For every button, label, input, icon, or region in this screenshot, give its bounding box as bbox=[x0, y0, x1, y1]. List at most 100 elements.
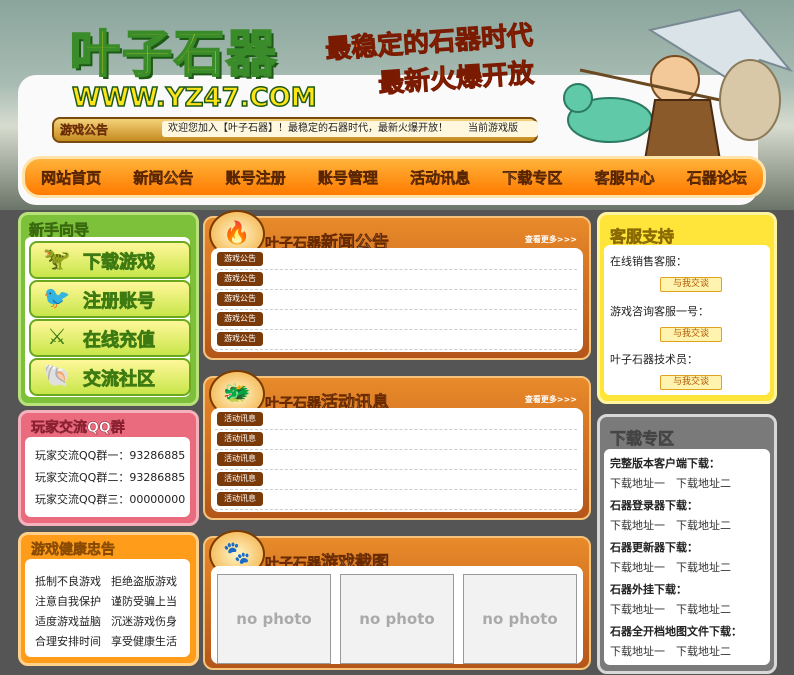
screenshot-thumb[interactable]: no photo bbox=[217, 574, 331, 664]
list-item[interactable]: 活动讯息 bbox=[215, 450, 577, 470]
news-tag[interactable]: 游戏公告 bbox=[217, 272, 263, 286]
health-advice-title: 游戏健康忠告 bbox=[31, 542, 116, 559]
download-link[interactable]: 下载地址二 bbox=[676, 559, 731, 575]
download-heading: 石器全开档地图文件下载： bbox=[610, 625, 742, 638]
downloads-panel: 下载专区 完整版本客户端下载： 下载地址一 下载地址二 石器登录器下载： 下载地… bbox=[597, 414, 777, 674]
list-item[interactable]: 游戏公告 bbox=[215, 250, 577, 270]
health-tip: 拒绝盗版游戏 bbox=[111, 575, 177, 588]
recharge-button[interactable]: ⚔ 在线充值 bbox=[29, 319, 191, 357]
list-item[interactable]: 游戏公告 bbox=[215, 310, 577, 330]
qq-group-3: 玩家交流QQ群三：00000000 bbox=[35, 493, 186, 506]
bird-icon: 🐦 bbox=[43, 286, 71, 311]
customer-service-panel: 客服支持 在线销售客服： 与我交谈 游戏咨询客服一号： 与我交谈 叶子石器技术员… bbox=[597, 212, 777, 404]
events-list: 活动讯息 活动讯息 活动讯息 活动讯息 活动讯息 bbox=[211, 408, 583, 512]
download-heading: 石器更新器下载： bbox=[610, 541, 698, 554]
customer-service-title: 客服支持 bbox=[610, 227, 675, 247]
notice-label: 游戏公告 bbox=[60, 123, 109, 137]
list-item[interactable]: 游戏公告 bbox=[215, 290, 577, 310]
health-tip: 抵制不良游戏 bbox=[35, 575, 101, 588]
qq-group-1: 玩家交流QQ群一：93286885 bbox=[35, 449, 186, 462]
header-banner: 叶子石器 WWW.YZ47.COM 最稳定的石器时代 最新火爆开放 游戏公告 欢… bbox=[0, 0, 794, 210]
main-nav: 网站首页 新闻公告 账号注册 账号管理 活动讯息 下载专区 客服中心 石器论坛 bbox=[22, 156, 766, 198]
download-link[interactable]: 下载地址一 bbox=[610, 643, 665, 659]
list-item[interactable]: 活动讯息 bbox=[215, 470, 577, 490]
download-heading: 石器外挂下载： bbox=[610, 583, 687, 596]
screenshot-thumb[interactable]: no photo bbox=[340, 574, 454, 664]
site-logo[interactable]: 叶子石器 bbox=[69, 14, 278, 86]
download-link[interactable]: 下载地址一 bbox=[610, 475, 665, 491]
customer-service-body: 在线销售客服： 与我交谈 游戏咨询客服一号： 与我交谈 叶子石器技术员： 与我交… bbox=[604, 245, 770, 395]
download-heading: 完整版本客户端下载： bbox=[610, 457, 720, 470]
nav-forum[interactable]: 石器论坛 bbox=[687, 167, 748, 188]
health-tip: 享受健康生活 bbox=[111, 635, 177, 648]
downloads-body: 完整版本客户端下载： 下载地址一 下载地址二 石器登录器下载： 下载地址一 下载… bbox=[604, 449, 770, 665]
event-tag[interactable]: 活动讯息 bbox=[217, 412, 263, 426]
download-link[interactable]: 下载地址二 bbox=[676, 643, 731, 659]
chat-button-consult[interactable]: 与我交谈 bbox=[660, 327, 722, 342]
newbie-guide-panel: 新手向导 🦖 下载游戏 🐦 注册账号 ⚔ 在线充值 🐚 交流社区 bbox=[18, 212, 199, 406]
events-more-link[interactable]: 查看更多>>> bbox=[525, 394, 577, 405]
health-tip: 谨防受骗上当 bbox=[111, 595, 177, 608]
service-label: 在线销售客服： bbox=[610, 255, 687, 268]
download-link[interactable]: 下载地址一 bbox=[610, 601, 665, 617]
nav-events[interactable]: 活动讯息 bbox=[410, 167, 471, 188]
screenshots-gallery: no photo no photo no photo bbox=[211, 566, 583, 664]
download-link[interactable]: 下载地址二 bbox=[676, 517, 731, 533]
nav-news[interactable]: 新闻公告 bbox=[133, 167, 194, 188]
qq-group-title: 玩家交流QQ群 bbox=[31, 420, 125, 437]
news-tag[interactable]: 游戏公告 bbox=[217, 252, 263, 266]
health-advice-panel: 游戏健康忠告 抵制不良游戏 拒绝盗版游戏 注意自我保护 谨防受骗上当 适度游戏益… bbox=[18, 532, 199, 666]
download-game-label: 下载游戏 bbox=[83, 252, 156, 274]
health-tip: 沉迷游戏伤身 bbox=[111, 615, 177, 628]
nav-home[interactable]: 网站首页 bbox=[41, 167, 102, 188]
shell-icon: 🐚 bbox=[43, 364, 71, 389]
download-game-button[interactable]: 🦖 下载游戏 bbox=[29, 241, 191, 279]
nav-service[interactable]: 客服中心 bbox=[594, 167, 655, 188]
nav-downloads[interactable]: 下载专区 bbox=[502, 167, 563, 188]
health-tip: 适度游戏益脑 bbox=[35, 615, 101, 628]
download-link[interactable]: 下载地址二 bbox=[676, 601, 731, 617]
qq-group-2: 玩家交流QQ群二：93286885 bbox=[35, 471, 186, 484]
sword-icon: ⚔ bbox=[47, 325, 67, 350]
dinosaur-icon: 🦖 bbox=[43, 247, 71, 272]
downloads-title: 下载专区 bbox=[610, 429, 675, 449]
newbie-guide-body: 🦖 下载游戏 🐦 注册账号 ⚔ 在线充值 🐚 交流社区 bbox=[25, 237, 191, 397]
download-heading: 石器登录器下载： bbox=[610, 499, 698, 512]
health-advice-body: 抵制不良游戏 拒绝盗版游戏 注意自我保护 谨防受骗上当 适度游戏益脑 沉迷游戏伤… bbox=[25, 559, 190, 657]
event-tag[interactable]: 活动讯息 bbox=[217, 492, 263, 506]
service-label: 叶子石器技术员： bbox=[610, 353, 698, 366]
list-item[interactable]: 活动讯息 bbox=[215, 490, 577, 510]
news-tag[interactable]: 游戏公告 bbox=[217, 312, 263, 326]
download-link[interactable]: 下载地址一 bbox=[610, 559, 665, 575]
list-item[interactable]: 游戏公告 bbox=[215, 270, 577, 290]
list-item[interactable]: 活动讯息 bbox=[215, 430, 577, 450]
list-item[interactable]: 游戏公告 bbox=[215, 330, 577, 350]
news-list: 游戏公告 游戏公告 游戏公告 游戏公告 游戏公告 bbox=[211, 248, 583, 352]
notice-marquee[interactable]: 欢迎您加入【叶子石器】！最稳定的石器时代，最新火爆开放！ 当前游戏版 bbox=[162, 121, 538, 137]
screenshot-thumb[interactable]: no photo bbox=[463, 574, 577, 664]
news-more-link[interactable]: 查看更多>>> bbox=[525, 234, 577, 245]
nav-register[interactable]: 账号注册 bbox=[225, 167, 286, 188]
health-tip: 合理安排时间 bbox=[35, 635, 101, 648]
download-link[interactable]: 下载地址一 bbox=[610, 517, 665, 533]
community-button[interactable]: 🐚 交流社区 bbox=[29, 358, 191, 396]
event-tag[interactable]: 活动讯息 bbox=[217, 432, 263, 446]
qq-group-body: 玩家交流QQ群一：93286885 玩家交流QQ群二：93286885 玩家交流… bbox=[25, 437, 190, 517]
news-tag[interactable]: 游戏公告 bbox=[217, 292, 263, 306]
chat-button-sales[interactable]: 与我交谈 bbox=[660, 277, 722, 292]
recharge-label: 在线充值 bbox=[83, 330, 156, 352]
nav-account[interactable]: 账号管理 bbox=[318, 167, 379, 188]
download-link[interactable]: 下载地址二 bbox=[676, 475, 731, 491]
events-panel: 🐲 叶子石器活动讯息 查看更多>>> 活动讯息 活动讯息 活动讯息 活动讯息 活… bbox=[203, 370, 591, 520]
screenshots-panel: 🐾 叶子石器游戏截图 no photo no photo no photo bbox=[203, 530, 591, 670]
event-tag[interactable]: 活动讯息 bbox=[217, 452, 263, 466]
event-tag[interactable]: 活动讯息 bbox=[217, 472, 263, 486]
chat-button-tech[interactable]: 与我交谈 bbox=[660, 375, 722, 390]
qq-group-panel: 玩家交流QQ群 玩家交流QQ群一：93286885 玩家交流QQ群二：93286… bbox=[18, 410, 199, 526]
site-url[interactable]: WWW.YZ47.COM bbox=[71, 82, 317, 114]
health-tip: 注意自我保护 bbox=[35, 595, 101, 608]
service-label: 游戏咨询客服一号： bbox=[610, 305, 709, 318]
list-item[interactable]: 活动讯息 bbox=[215, 410, 577, 430]
register-account-button[interactable]: 🐦 注册账号 bbox=[29, 280, 191, 318]
news-tag[interactable]: 游戏公告 bbox=[217, 332, 263, 346]
